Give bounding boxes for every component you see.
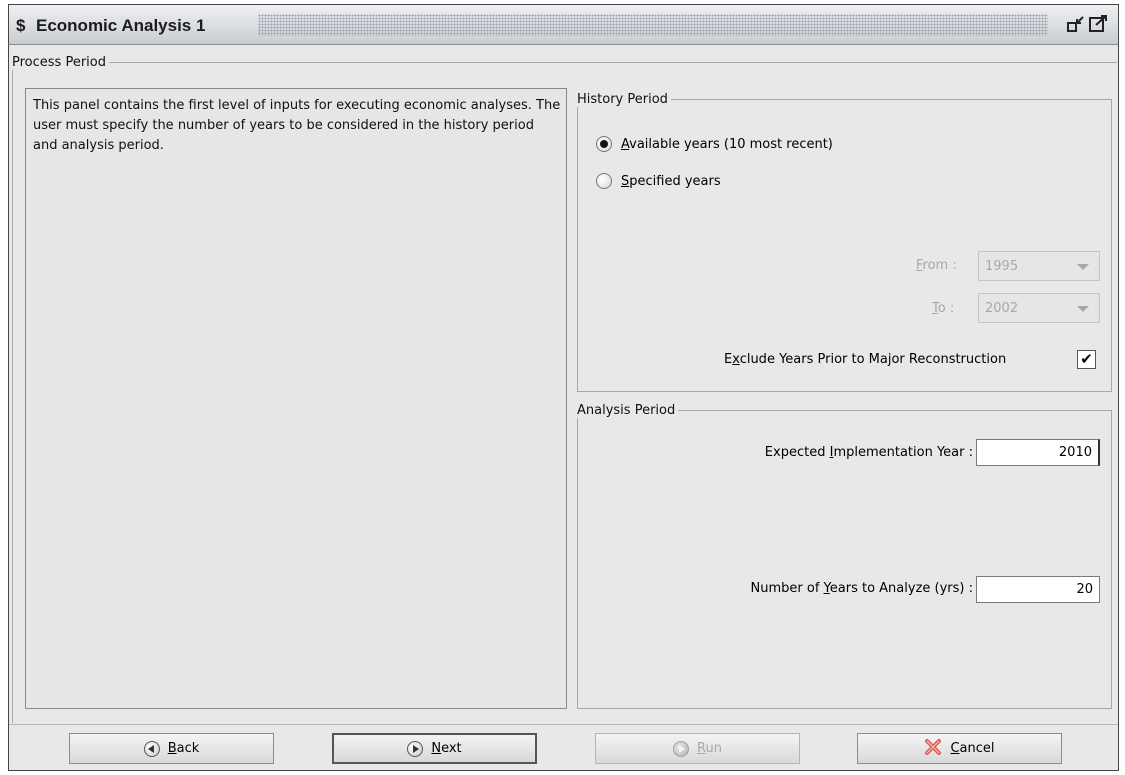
title-bar-grip [258,14,1048,36]
exclude-years-checkbox[interactable]: ✔ [1077,350,1096,369]
specified-years-label: Specified years [621,173,721,189]
available-years-label: Available years (10 most recent) [621,136,833,152]
back-arrow-icon [143,740,160,757]
back-button[interactable]: Back [69,733,274,764]
implementation-year-input[interactable] [976,439,1100,466]
info-panel [25,88,567,709]
analysis-period-legend: Analysis Period [577,403,676,418]
window-title: Economic Analysis 1 [36,16,206,35]
restore-icon[interactable] [1066,14,1086,34]
years-to-analyze-label: Number of Years to Analyze (yrs) : [750,581,973,596]
radio-checked-icon[interactable] [596,136,612,152]
back-label: Back [167,741,200,756]
cancel-x-icon [924,738,942,760]
available-years-radio[interactable]: Available years (10 most recent) [596,136,833,152]
implementation-year-label: Expected Implementation Year : [764,445,973,460]
maximize-icon[interactable] [1088,14,1110,34]
next-arrow-icon [407,740,424,757]
run-label: Run [697,741,722,756]
run-button[interactable]: Run [595,733,800,764]
cancel-label: Cancel [950,741,995,756]
chevron-down-icon [1077,264,1089,270]
specified-years-radio[interactable]: Specified years [596,173,721,189]
history-period-legend: History Period [577,92,668,107]
radio-unchecked-icon[interactable] [596,173,612,189]
to-year-value: 2002 [985,300,1019,316]
next-button[interactable]: Next [332,733,537,764]
cancel-button[interactable]: Cancel [857,733,1062,764]
dollar-icon: $ [16,16,26,35]
years-to-analyze-input[interactable] [976,576,1100,603]
info-text: This panel contains the first level of i… [33,98,561,153]
from-year-value: 1995 [985,258,1019,274]
exclude-years-label: Exclude Years Prior to Major Reconstruct… [724,352,1007,367]
process-period-legend: Process Period [12,55,106,70]
checkmark-icon: ✔ [1080,350,1093,368]
from-label: From : [916,258,957,273]
chevron-down-icon [1077,306,1089,312]
next-label: Next [431,741,462,756]
to-year-select[interactable]: 2002 [978,293,1100,323]
run-icon [673,740,690,757]
from-year-select[interactable]: 1995 [978,251,1100,281]
available-years-label-rest: vailable years (10 most recent) [629,136,833,152]
to-label: To : [932,301,955,316]
